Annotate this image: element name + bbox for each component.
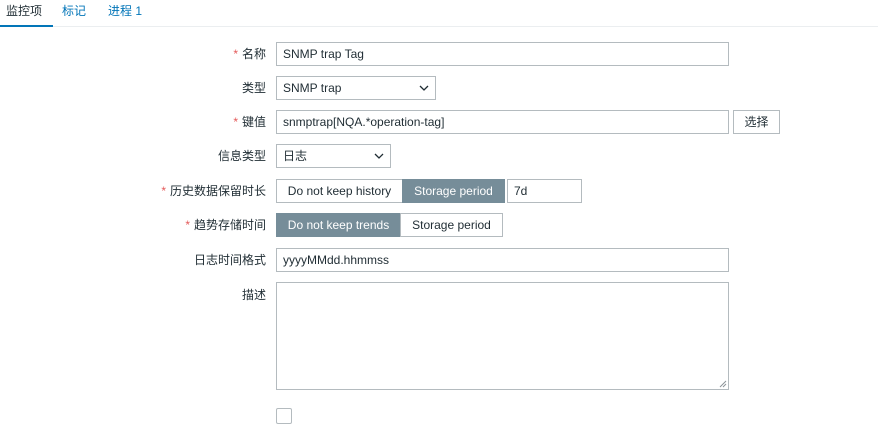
key-input[interactable] [276,110,729,134]
trends-label: * 趋势存储时间 [185,218,266,232]
required-mark: * [233,115,238,129]
tab-tags[interactable]: 标记 [56,3,92,27]
key-label: * 键值 [233,115,266,129]
required-mark: * [185,218,190,232]
info-type-label: 信息类型 [217,149,266,163]
enabled-checkbox[interactable] [276,408,292,424]
trends-do-not-keep-option[interactable]: Do not keep trends [276,213,401,237]
history-do-not-keep-option[interactable]: Do not keep history [276,179,403,203]
tab-bar: 监控项 标记 进程 1 [0,0,878,27]
required-mark: * [161,184,166,198]
tab-preprocessing[interactable]: 进程 1 [102,3,148,27]
chevron-down-icon [374,153,384,159]
chevron-down-icon [419,85,429,91]
log-time-format-label: 日志时间格式 [193,253,266,267]
history-storage-period-option[interactable]: Storage period [402,179,505,203]
key-select-button[interactable]: 选择 [733,110,780,134]
log-time-format-input[interactable] [276,248,729,272]
trends-storage-period-option[interactable]: Storage period [400,213,503,237]
history-period-input[interactable] [507,179,582,203]
required-mark: * [233,47,238,61]
name-label: * 名称 [233,47,266,61]
tab-items[interactable]: 监控项 [0,3,53,27]
type-select[interactable]: SNMP trap [276,76,436,100]
name-input[interactable] [276,42,729,66]
info-type-select[interactable]: 日志 [276,144,391,168]
history-label: * 历史数据保留时长 [161,184,266,198]
description-textarea[interactable] [276,282,729,390]
resize-handle-icon[interactable] [719,380,727,388]
type-label: 类型 [241,81,266,95]
description-label: 描述 [241,288,266,302]
